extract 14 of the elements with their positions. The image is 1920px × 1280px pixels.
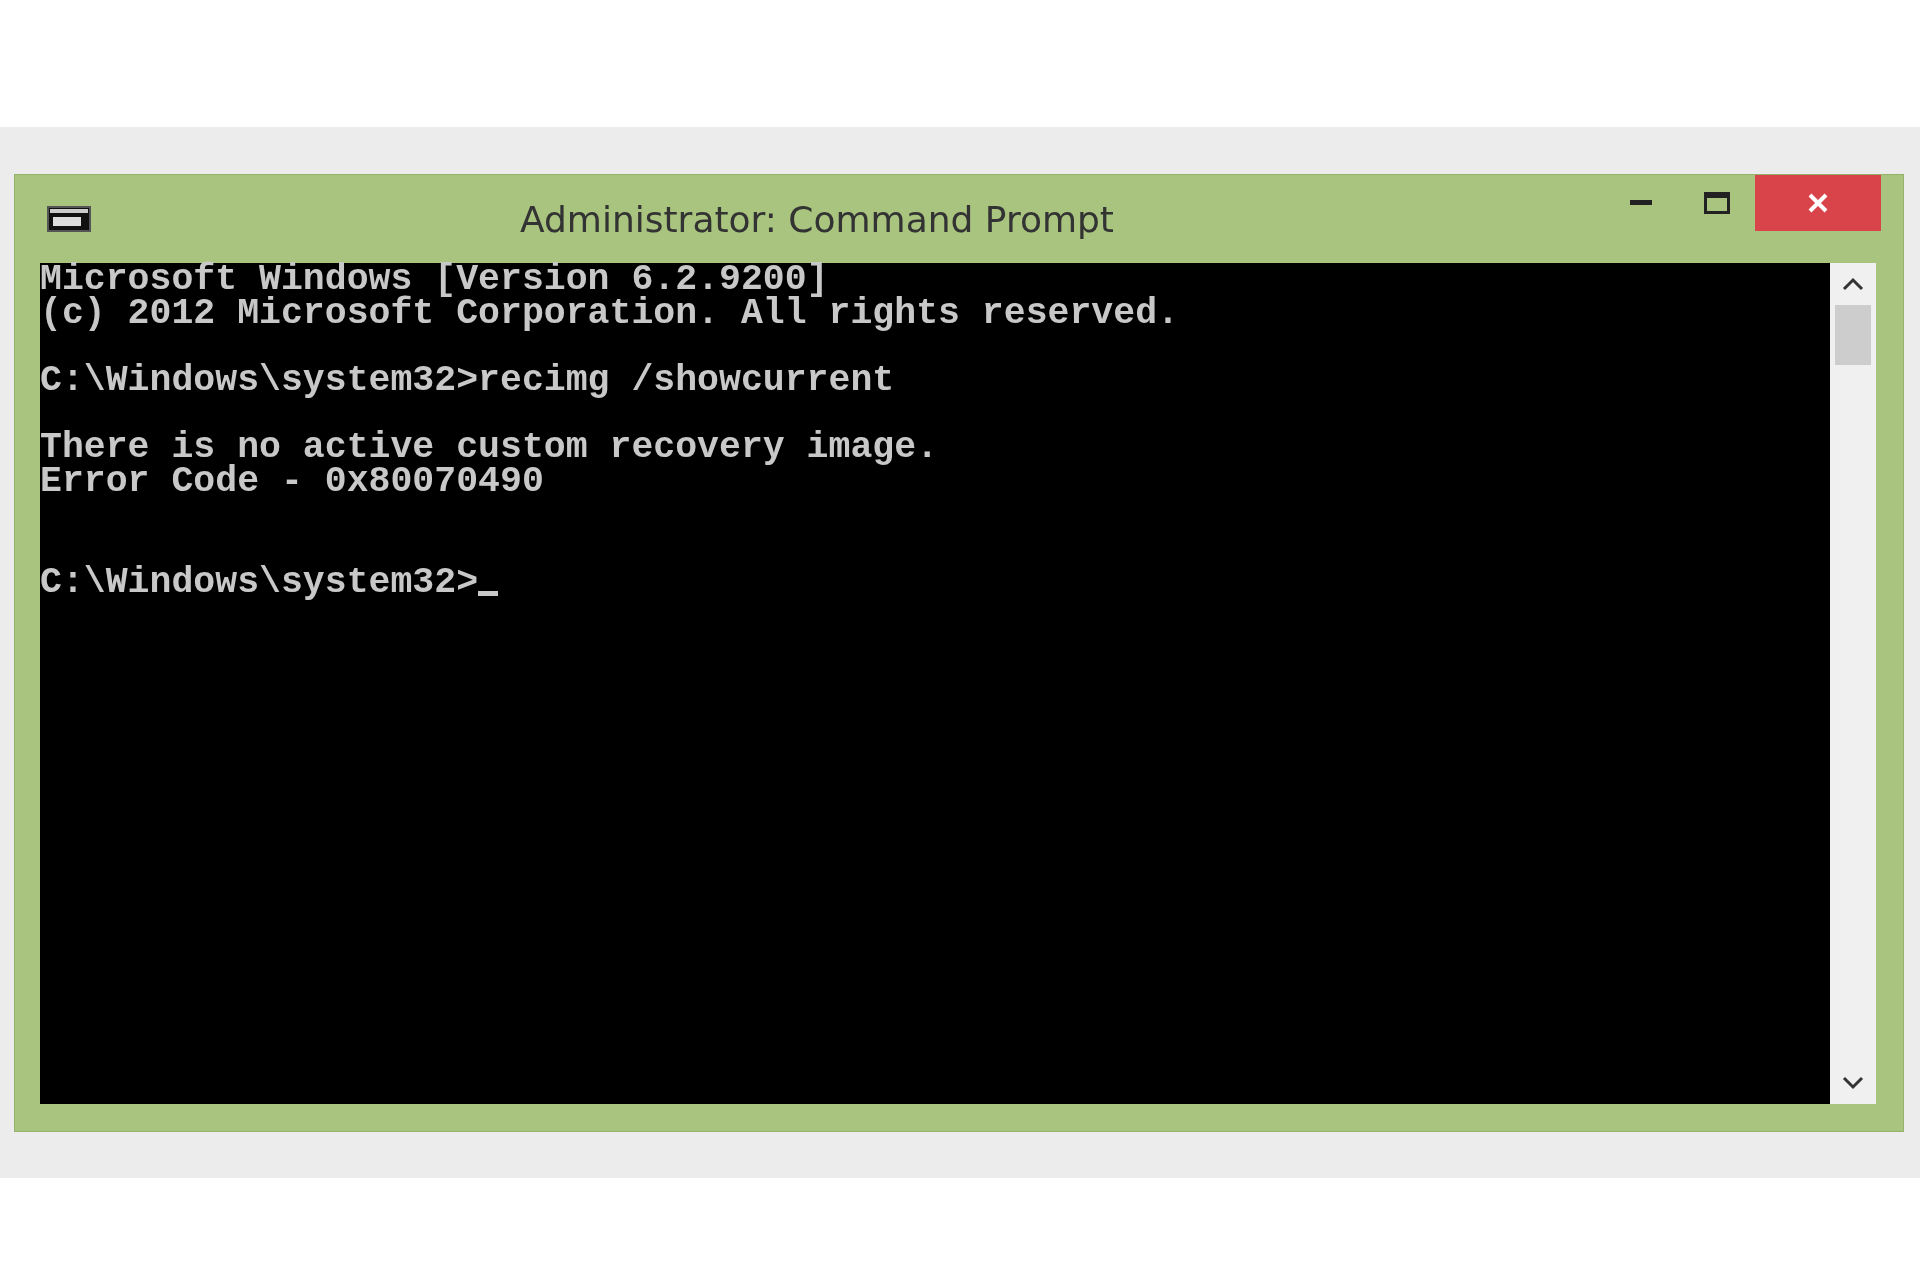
scroll-thumb[interactable] (1835, 305, 1871, 365)
console-line: C:\Windows\system32> (40, 566, 479, 600)
window-title: Administrator: Command Prompt (519, 198, 1115, 240)
console-line: (c) 2012 Microsoft Corporation. All rights reserved. (40, 296, 1179, 331)
scrollbar[interactable] (1830, 263, 1876, 1104)
console-line: Error Code - 0x80070490 (40, 465, 544, 499)
maximize-icon (1704, 192, 1730, 214)
console-line: C:\Windows\system32>recimg /showcurrent (40, 364, 895, 398)
scroll-up-icon[interactable] (1842, 277, 1864, 291)
scroll-down-icon[interactable] (1842, 1076, 1864, 1090)
close-button[interactable] (1755, 175, 1881, 231)
close-icon (1808, 193, 1828, 213)
minimize-icon (1630, 200, 1652, 206)
console-icon (47, 206, 91, 232)
